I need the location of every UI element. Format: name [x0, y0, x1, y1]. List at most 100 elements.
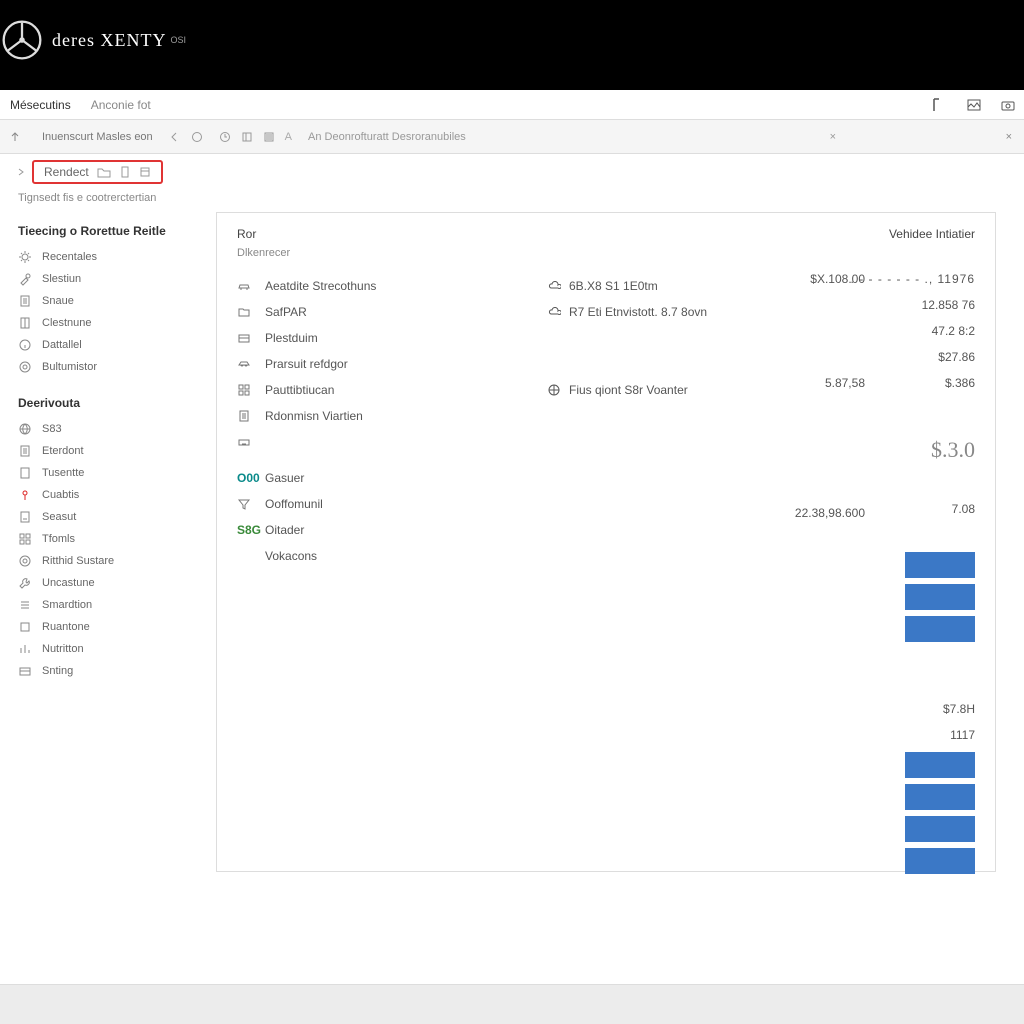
camera-icon[interactable]: [1000, 97, 1016, 113]
row-label: Oitader: [265, 523, 304, 537]
sidebar-item-4[interactable]: Seasut: [18, 506, 216, 528]
row-label: Gasuer: [265, 471, 304, 485]
sidebar-item-label: Dattallel: [42, 339, 82, 351]
big-value: $.3.0: [851, 423, 975, 471]
sidebar-item-11[interactable]: Snting: [18, 660, 216, 682]
menu-tab-0[interactable]: Mésecutins: [0, 90, 81, 119]
folder-icon: [237, 305, 255, 319]
bar-line: [905, 552, 975, 578]
sidebar-item-5[interactable]: Tfomls: [18, 528, 216, 550]
menu-bar: Mésecutins Anconie fot: [0, 90, 1024, 120]
chevron-icon[interactable]: [16, 167, 26, 177]
sidebar-item-4[interactable]: Dattallel: [18, 334, 216, 356]
sidebar-item-6[interactable]: Ritthid Sustare: [18, 550, 216, 572]
gear-icon: [18, 250, 32, 264]
list-icon[interactable]: [263, 131, 275, 143]
sidebar-item-1[interactable]: Slestiun: [18, 268, 216, 290]
image-icon[interactable]: [966, 97, 982, 113]
sidebar-item-1[interactable]: Eterdont: [18, 440, 216, 462]
page-icon: [18, 466, 32, 480]
sidebar-item-9[interactable]: Ruantone: [18, 616, 216, 638]
sidebar-item-label: Uncastune: [42, 577, 95, 589]
card-icon: [18, 664, 32, 678]
sidebar-item-0[interactable]: Recentales: [18, 246, 216, 268]
menu-tab-1[interactable]: Anconie fot: [81, 90, 161, 119]
sidebar-item-5[interactable]: Bultumistor: [18, 356, 216, 378]
sidebar-item-label: Slestiun: [42, 273, 81, 285]
tab-icon: [97, 166, 111, 178]
selection-highlight[interactable]: Rendect: [32, 160, 163, 184]
sidebar-item-label: S83: [42, 423, 62, 435]
panel-icon[interactable]: [241, 131, 253, 143]
doc-icon: [18, 444, 32, 458]
sidebar-item-3[interactable]: Cuabtis: [18, 484, 216, 506]
sidebar-item-2[interactable]: Snaue: [18, 290, 216, 312]
sidebar-item-label: Eterdont: [42, 445, 84, 457]
chart-icon: [18, 642, 32, 656]
sidebar-item-3[interactable]: Clestnune: [18, 312, 216, 334]
sidebar-item-label: Recentales: [42, 251, 97, 263]
value-9: [851, 671, 975, 697]
grid-icon: [237, 383, 255, 397]
tool-icon: [18, 272, 32, 286]
card-subtitle: Dlkenrecer: [237, 247, 975, 259]
sidebar-item-label: Cuabtis: [42, 489, 79, 501]
car-icon: [237, 279, 255, 293]
circle-icon[interactable]: [191, 131, 203, 143]
card-title-right: Vehidee Intiatier: [889, 227, 975, 241]
box-icon: [18, 620, 32, 634]
value-5: [851, 397, 975, 423]
value-1: 12.858 76: [851, 293, 975, 319]
bar-line: [905, 816, 975, 842]
row-code: S8G: [237, 523, 265, 537]
car2-icon: [237, 357, 255, 371]
sidebar-item-2[interactable]: Tusentte: [18, 462, 216, 484]
card-icon: [237, 331, 255, 345]
value-8: [851, 523, 975, 549]
cal-icon: [139, 166, 151, 178]
row-mid-label: R7 Eti Etnvistott. 8.7 8ovn: [569, 305, 707, 319]
row-label: Vokacons: [265, 549, 317, 563]
value-7: 7.08: [851, 497, 975, 523]
brand-title: deres XENTY: [52, 30, 166, 51]
doc-icon: [237, 409, 255, 423]
row-label: Rdonmisn Viartien: [265, 409, 363, 423]
bar-line: [905, 584, 975, 610]
sidebar-item-0[interactable]: S83: [18, 418, 216, 440]
caption-text: Tignsedt fis e cootrerctertian: [0, 190, 1024, 212]
row-label: Pauttibtiucan: [265, 383, 334, 397]
bar-line: [905, 784, 975, 810]
sidebar-item-8[interactable]: Smardtion: [18, 594, 216, 616]
detail-card: Ror Vehidee Intiatier Dlkenrecer Aeatdit…: [216, 212, 996, 872]
value-4: $.386: [851, 371, 975, 397]
breadcrumb: Inuenscurt Masles eon: [42, 131, 153, 143]
grid-icon: [18, 532, 32, 546]
sidebar-item-label: Tfomls: [42, 533, 75, 545]
value-column-1: . - - - - - - - ., 1197612.858 7647.2 8:…: [851, 267, 975, 877]
bar-line: [905, 848, 975, 874]
row-label: Aeatdite Strecothuns: [265, 279, 376, 293]
tab-close-icon[interactable]: ×: [830, 131, 836, 143]
toolbar-label: An Deonrofturatt Desroranubiles: [308, 131, 466, 143]
sidebar-item-10[interactable]: Nutritton: [18, 638, 216, 660]
cloud-icon: [547, 279, 561, 293]
app-header: deres XENTY OSI: [0, 0, 1024, 90]
sidebar-item-7[interactable]: Uncastune: [18, 572, 216, 594]
ring-icon: [18, 554, 32, 568]
value-6: [851, 471, 975, 497]
clock-icon[interactable]: [219, 131, 231, 143]
value-11: 1117: [851, 723, 975, 749]
sidebar-item-label: Smardtion: [42, 599, 92, 611]
back-icon[interactable]: [169, 131, 181, 143]
sidebar-item-label: Clestnune: [42, 317, 92, 329]
row-label: Ooffomunil: [265, 497, 323, 511]
arrow-up-icon[interactable]: [10, 132, 20, 142]
cloud-icon: [547, 305, 561, 319]
net-icon: [18, 422, 32, 436]
toolbar-close-icon[interactable]: ×: [1006, 131, 1012, 143]
row-code: O00: [237, 471, 265, 485]
value-0: . - - - - - - - ., 11976: [851, 267, 975, 293]
sidebar-item-label: Seasut: [42, 511, 76, 523]
layout-icon[interactable]: [932, 97, 948, 113]
row-label: Plestduim: [265, 331, 318, 345]
